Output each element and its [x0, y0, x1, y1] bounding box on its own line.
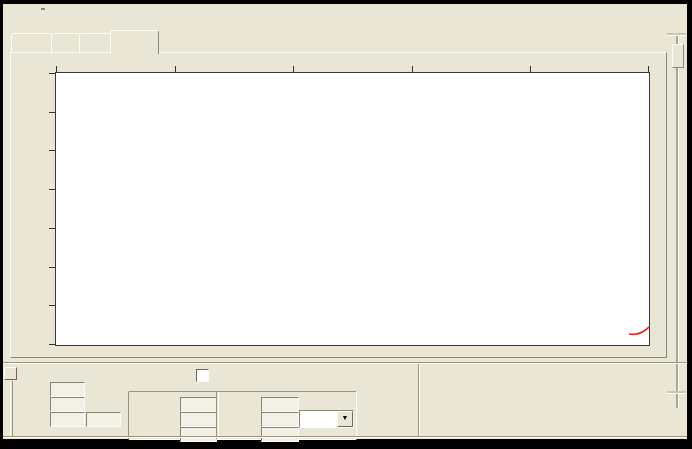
right-scrollbar-track[interactable] — [676, 36, 679, 408]
toolbar-button-ez[interactable] — [41, 8, 45, 10]
chevron-down-icon[interactable]: ▼ — [337, 411, 353, 427]
right-scrollbar-end — [667, 391, 686, 394]
noise-level-dropdown[interactable]: ▼ — [299, 410, 354, 428]
delta-time-field[interactable] — [50, 412, 85, 427]
right-scrollbar-thumb[interactable] — [672, 44, 684, 68]
y-axis-tick-label — [18, 261, 48, 272]
height-label — [214, 399, 258, 410]
width-field[interactable] — [180, 397, 217, 412]
cursor1-label — [14, 384, 48, 395]
v-reference-field[interactable] — [261, 427, 299, 442]
h-reference-label — [126, 429, 177, 440]
x-axis-tick-label — [510, 55, 550, 66]
tab-tdrt[interactable] — [11, 33, 53, 53]
v-reference-label — [210, 429, 258, 440]
close-panel-button[interactable] — [4, 367, 17, 380]
panel-grip[interactable] — [10, 381, 11, 436]
x-axis-tick-label — [629, 55, 669, 66]
tab-rlgc[interactable] — [79, 33, 112, 53]
eye-diagram-plot[interactable] — [56, 73, 649, 345]
peak-jitter-label — [122, 414, 177, 425]
height-field[interactable] — [261, 397, 299, 412]
y-axis-tick-label — [18, 67, 48, 78]
cursor2-label — [14, 399, 48, 410]
y-axis-tick-label — [18, 183, 48, 194]
y-axis-tick-label — [18, 144, 48, 155]
y-axis-tick-label — [18, 338, 48, 349]
tab-eye-diagram[interactable] — [110, 30, 159, 54]
y-axis-tick-label — [18, 222, 48, 233]
status-divider — [3, 436, 687, 438]
x-axis-tick-label — [392, 55, 432, 66]
logo-swoosh — [628, 326, 650, 336]
cursor2-value-field[interactable] — [50, 397, 85, 412]
x-axis-tick-label — [155, 55, 195, 66]
column-header-dt2 — [72, 369, 112, 380]
peak-jitter-field[interactable] — [180, 412, 217, 427]
panel-separator — [418, 364, 420, 437]
width-label — [128, 399, 177, 410]
y-axis-tick-label — [18, 106, 48, 117]
delta-t2-field[interactable] — [86, 412, 121, 427]
enable-eye-measurements-checkbox[interactable] — [196, 369, 209, 382]
right-scrollbar-end — [667, 33, 686, 36]
noise-field[interactable] — [261, 412, 299, 427]
delta-label — [14, 414, 48, 425]
cursor1-value-field[interactable] — [50, 382, 85, 397]
y-axis-tick-label — [18, 299, 48, 310]
x-axis-tick-label — [36, 55, 76, 66]
panel-divider — [3, 362, 687, 364]
tab-sf[interactable] — [51, 33, 81, 53]
panel-grip — [12, 381, 13, 436]
noise-label — [214, 414, 258, 425]
x-axis-tick-label — [273, 55, 313, 66]
